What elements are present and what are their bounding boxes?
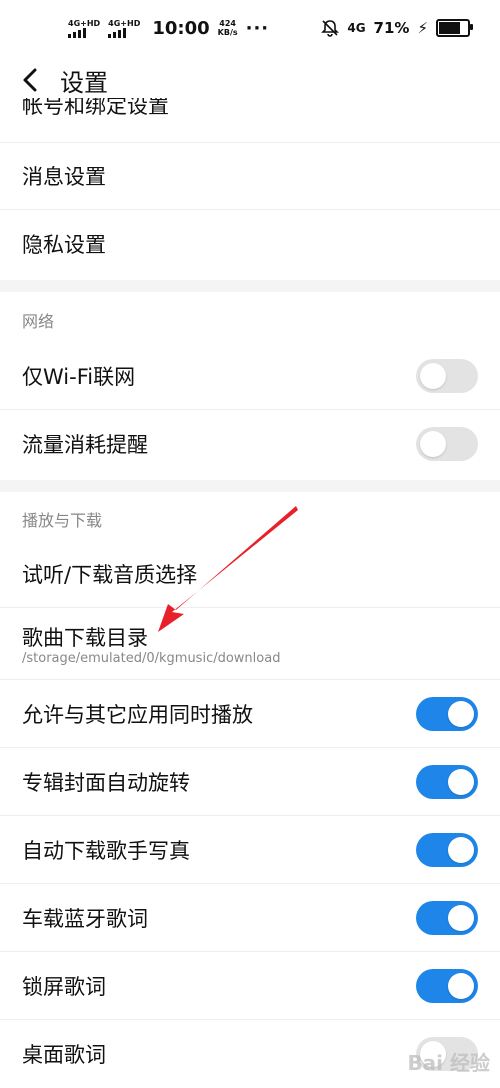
section-header-network: 网络 [22, 312, 55, 331]
toggle-knob [448, 972, 474, 999]
settings-row-audio-quality[interactable]: 试听/下载音质选择 [0, 540, 500, 608]
battery-percent: 71% [373, 19, 410, 37]
network-speed: 424 KB/s [217, 19, 238, 37]
battery-fill [439, 22, 461, 34]
settings-row-label: 歌曲下载目录 [22, 626, 148, 650]
settings-row-mix-playback[interactable]: 允许与其它应用同时播放 [0, 680, 500, 748]
signal-2: 4G+HD [108, 19, 140, 38]
section-divider [0, 480, 500, 492]
chevron-left-icon [23, 68, 37, 92]
toggle-switch[interactable] [416, 358, 478, 393]
settings-row-car-bluetooth-lyrics[interactable]: 车载蓝牙歌词 [0, 884, 500, 952]
download-path: /storage/emulated/0/kgmusic/download [22, 651, 281, 666]
toggle-switch[interactable] [416, 764, 478, 799]
settings-row-label: 桌面歌词 [22, 1043, 106, 1067]
toggle-switch[interactable] [416, 696, 478, 731]
section-header-play-download: 播放与下载 [22, 511, 103, 530]
toggle-knob [420, 362, 446, 389]
settings-row-label: 允许与其它应用同时播放 [22, 702, 253, 727]
more-notifications-icon: ··· [245, 17, 270, 39]
settings-row-artist-photos[interactable]: 自动下载歌手写真 [0, 816, 500, 884]
settings-row-lockscreen-lyrics[interactable]: 锁屏歌词 [0, 952, 500, 1020]
toggle-knob [448, 768, 474, 795]
signal-bars-icon [68, 27, 86, 38]
back-button[interactable] [0, 56, 60, 104]
title-bar: 设置 [0, 56, 500, 104]
section-divider [0, 280, 500, 292]
battery-icon [436, 19, 473, 37]
clock: 10:00 [152, 17, 210, 39]
toggle-knob [448, 700, 474, 727]
mute-bell-icon [321, 20, 340, 37]
toggle-switch[interactable] [416, 968, 478, 1003]
settings-row-wifi-only[interactable]: 仅Wi-Fi联网 [0, 342, 500, 410]
toggle-switch[interactable] [416, 427, 478, 461]
toggle-switch[interactable] [416, 900, 478, 935]
settings-row-download-directory[interactable]: 歌曲下载目录 /storage/emulated/0/kgmusic/downl… [0, 608, 500, 680]
charging-icon: ⚡ [417, 19, 428, 37]
network-type: 4G [347, 21, 366, 35]
toggle-switch[interactable] [416, 832, 478, 867]
settings-row-privacy[interactable]: 隐私设置 [0, 210, 500, 278]
toggle-knob [448, 904, 474, 931]
settings-row-label: 帐号和绑定设置 [22, 98, 169, 118]
settings-row-label: 专辑封面自动旋转 [22, 770, 190, 795]
signal-1: 4G+HD [68, 19, 100, 38]
signal-bars-icon [108, 27, 127, 38]
settings-row-label: 锁屏歌词 [22, 974, 106, 999]
toggle-knob [420, 431, 446, 457]
settings-row-label: 试听/下载音质选择 [22, 562, 198, 587]
settings-row-label: 车载蓝牙歌词 [22, 906, 148, 931]
status-bar: 4G+HD 4G+HD 10:00 424 KB/s ··· 4G 71% ⚡ [0, 0, 500, 56]
settings-row-data-usage-alert[interactable]: 流量消耗提醒 [0, 410, 500, 478]
settings-row-label: 仅Wi-Fi联网 [22, 364, 136, 389]
settings-row-label: 消息设置 [22, 164, 106, 189]
watermark: Bai 经验 [407, 1051, 490, 1075]
settings-row-label: 隐私设置 [22, 233, 106, 257]
settings-row-messages[interactable]: 消息设置 [0, 142, 500, 210]
settings-row-account-binding[interactable]: 帐号和绑定设置 [0, 98, 500, 143]
settings-row-label: 自动下载歌手写真 [22, 838, 190, 863]
settings-row-label: 流量消耗提醒 [22, 433, 148, 457]
settings-row-cover-rotate[interactable]: 专辑封面自动旋转 [0, 748, 500, 816]
toggle-knob [448, 836, 474, 863]
page-title: 设置 [60, 68, 108, 97]
